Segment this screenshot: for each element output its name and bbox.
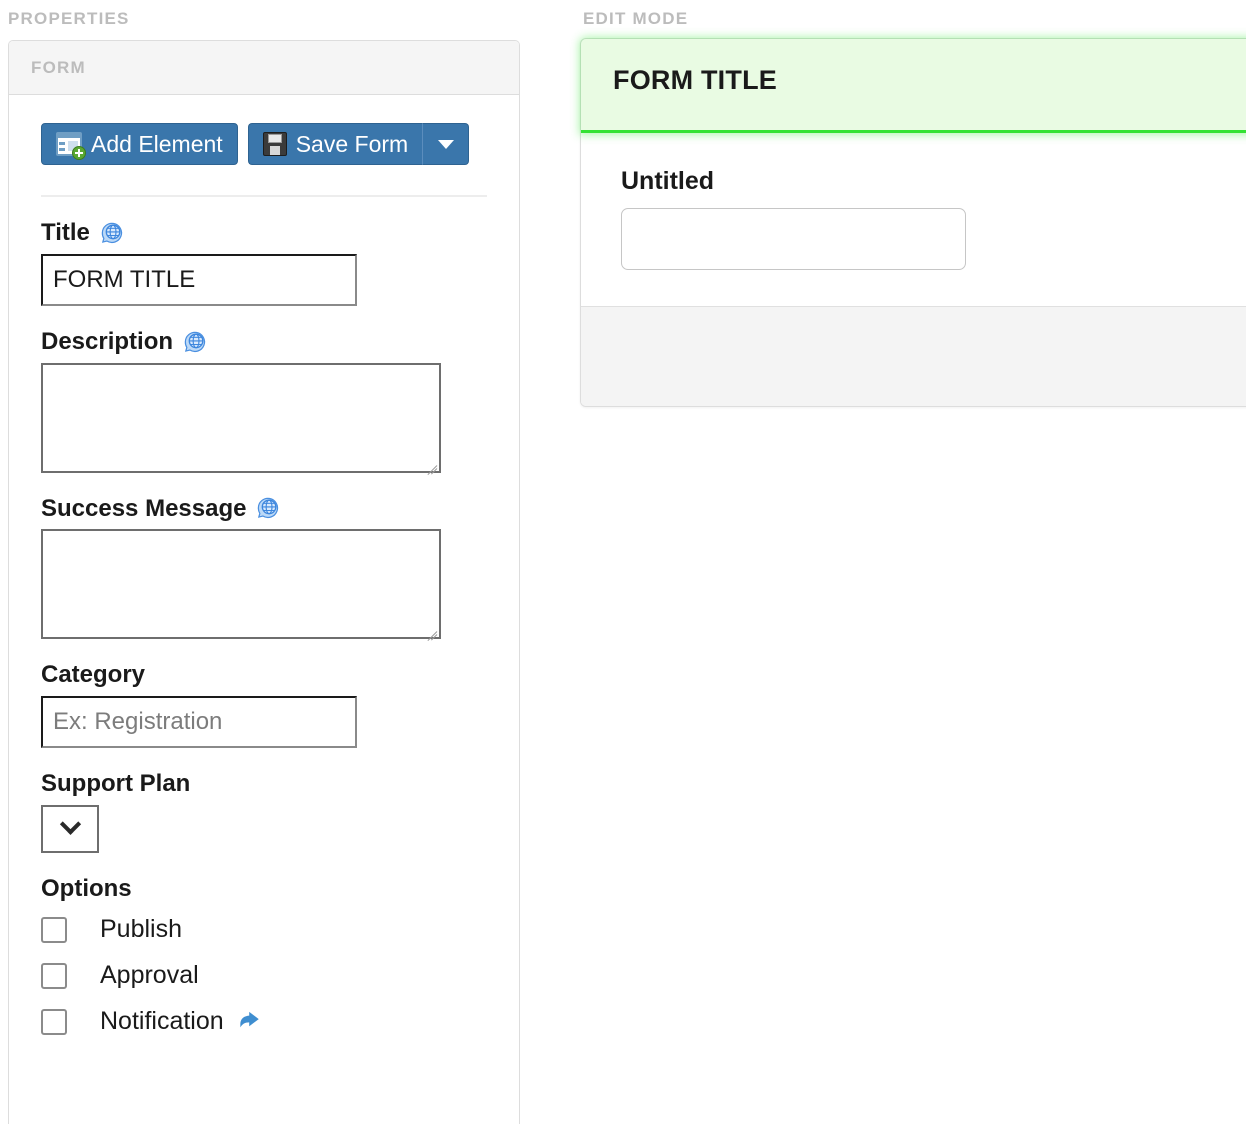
caret-down-icon bbox=[437, 139, 454, 149]
external-link-icon[interactable] bbox=[236, 1009, 262, 1035]
add-element-button-label: Add Element bbox=[91, 130, 223, 157]
options-group-title: Options bbox=[41, 874, 132, 902]
globe-translate-icon[interactable] bbox=[99, 220, 126, 247]
edit-mode-panel: FORM TITLE Untitled bbox=[580, 38, 1246, 407]
option-row-approval: Approval bbox=[41, 953, 487, 999]
save-form-split-button: Save Form bbox=[247, 123, 470, 165]
properties-panel-header-title: FORM bbox=[31, 57, 86, 77]
field-category-label-row: Category bbox=[41, 661, 487, 690]
form-title-text: FORM TITLE bbox=[613, 65, 777, 95]
category-input[interactable] bbox=[41, 696, 357, 749]
title-input[interactable] bbox=[41, 253, 357, 306]
floppy-disk-icon bbox=[262, 132, 287, 156]
support-plan-select[interactable] bbox=[41, 804, 99, 853]
option-row-publish: Publish bbox=[41, 907, 487, 953]
save-form-button[interactable]: Save Form bbox=[247, 123, 423, 165]
toolbar-divider bbox=[41, 195, 487, 197]
publish-label: Publish bbox=[100, 915, 182, 944]
add-element-icon bbox=[56, 132, 86, 160]
field-success-message: Success Message bbox=[41, 495, 487, 642]
field-description: Description bbox=[41, 328, 487, 475]
globe-translate-icon[interactable] bbox=[182, 329, 209, 356]
success-message-textarea[interactable] bbox=[41, 529, 441, 642]
field-success-message-label: Success Message bbox=[41, 494, 247, 522]
edit-mode-content: Untitled bbox=[581, 133, 1246, 306]
field-support-plan: Support Plan bbox=[41, 770, 487, 853]
add-element-button[interactable]: Add Element bbox=[41, 123, 238, 165]
properties-section-caption: PROPERTIES bbox=[8, 9, 130, 28]
description-textarea[interactable] bbox=[41, 362, 441, 475]
notification-label: Notification bbox=[100, 1007, 224, 1036]
resize-handle-icon[interactable] bbox=[423, 455, 438, 475]
option-row-notification: Notification bbox=[41, 999, 487, 1045]
approval-checkbox[interactable] bbox=[41, 962, 67, 989]
properties-panel-header: FORM bbox=[9, 41, 519, 95]
edit-mode-section-caption: EDIT MODE bbox=[583, 9, 689, 28]
field-title-label: Title bbox=[41, 219, 90, 246]
resize-handle-icon[interactable] bbox=[423, 621, 438, 642]
field-category: Category bbox=[41, 661, 487, 749]
field-success-message-label-row: Success Message bbox=[41, 495, 487, 524]
globe-translate-icon[interactable] bbox=[255, 495, 282, 522]
save-form-dropdown-button[interactable] bbox=[422, 123, 470, 165]
approval-label: Approval bbox=[100, 961, 199, 990]
field-description-label: Description bbox=[41, 327, 174, 355]
options-group: Options Publish Approval Notification bbox=[41, 875, 487, 1045]
field-support-plan-label-row: Support Plan bbox=[41, 770, 487, 799]
properties-panel-body: Add Element Save Form Title FORM TITLE D… bbox=[9, 95, 519, 1045]
form-title-header[interactable]: FORM TITLE bbox=[581, 39, 1246, 133]
properties-panel: FORM Add Element Save Form Title FORM TI… bbox=[8, 40, 520, 1124]
field-title-label-row: Title bbox=[41, 219, 487, 248]
save-form-button-label: Save Form bbox=[295, 130, 409, 157]
publish-checkbox[interactable] bbox=[41, 916, 67, 943]
app-root: PROPERTIES EDIT MODE FORM Add Element Sa… bbox=[0, 0, 1246, 1124]
untitled-field-label: Untitled bbox=[621, 167, 715, 195]
field-title: Title bbox=[41, 219, 487, 306]
chevron-down-icon bbox=[59, 814, 81, 836]
properties-toolbar: Add Element Save Form bbox=[41, 123, 487, 165]
edit-mode-footer bbox=[581, 306, 1246, 406]
untitled-field-input[interactable] bbox=[621, 208, 966, 270]
field-description-label-row: Description bbox=[41, 328, 487, 357]
field-support-plan-label: Support Plan bbox=[41, 770, 191, 798]
notification-checkbox[interactable] bbox=[41, 1008, 67, 1035]
field-category-label: Category bbox=[41, 661, 146, 689]
